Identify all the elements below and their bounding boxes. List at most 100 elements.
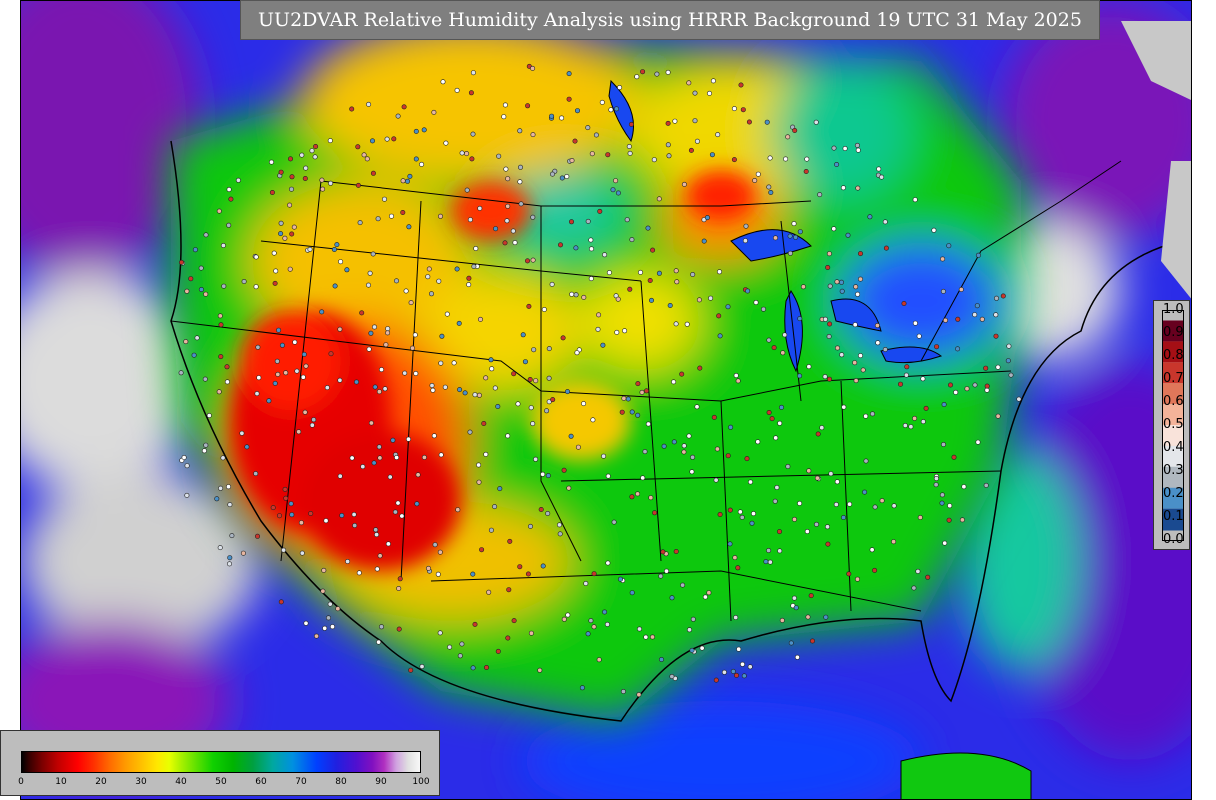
station-marker xyxy=(684,321,690,327)
station-marker xyxy=(349,106,355,112)
station-marker xyxy=(901,300,907,306)
station-marker xyxy=(241,278,247,284)
station-marker xyxy=(721,669,727,675)
station-marker xyxy=(958,286,964,292)
station-marker xyxy=(647,277,653,283)
station-marker xyxy=(528,630,534,636)
station-marker xyxy=(496,153,502,159)
station-marker xyxy=(216,389,222,395)
station-marker xyxy=(365,282,371,288)
station-marker xyxy=(947,503,953,509)
station-marker xyxy=(883,245,889,251)
station-marker xyxy=(299,550,305,556)
station-marker xyxy=(292,339,298,345)
station-marker xyxy=(323,518,329,524)
station-marker xyxy=(643,388,649,394)
station-marker xyxy=(766,184,772,190)
station-marker xyxy=(395,113,401,119)
station-marker xyxy=(826,333,832,339)
station-marker xyxy=(713,477,719,483)
station-marker xyxy=(303,620,309,626)
station-marker xyxy=(815,431,821,437)
station-marker xyxy=(545,510,551,516)
station-marker xyxy=(227,502,233,508)
station-marker xyxy=(244,444,250,450)
station-marker xyxy=(636,692,642,698)
station-marker xyxy=(640,475,646,481)
station-colorbar-tick: 0.8 xyxy=(1163,348,1184,363)
station-marker xyxy=(345,558,351,564)
station-marker xyxy=(583,580,589,586)
station-marker xyxy=(827,321,833,327)
station-marker xyxy=(470,70,476,76)
station-marker xyxy=(566,96,572,102)
station-marker xyxy=(557,242,563,248)
station-marker xyxy=(591,624,597,630)
station-marker xyxy=(288,186,294,192)
station-marker xyxy=(934,344,940,350)
station-marker xyxy=(524,258,530,264)
station-marker xyxy=(788,640,794,646)
station-marker xyxy=(355,182,361,188)
station-marker xyxy=(946,243,952,249)
station-marker xyxy=(505,176,511,182)
station-marker xyxy=(984,387,990,393)
station-marker xyxy=(671,379,677,385)
station-marker xyxy=(831,145,837,151)
station-marker xyxy=(360,464,366,470)
station-marker xyxy=(629,590,635,596)
station-marker xyxy=(975,252,981,258)
station-marker xyxy=(319,309,325,315)
station-marker xyxy=(203,442,209,448)
station-marker xyxy=(378,367,384,373)
station-marker xyxy=(711,414,717,420)
station-marker xyxy=(483,451,489,457)
station-marker xyxy=(464,187,470,193)
station-marker xyxy=(817,192,823,198)
station-marker xyxy=(622,328,628,334)
station-marker xyxy=(278,169,284,175)
station-colorbar-tick: 0.9 xyxy=(1163,325,1184,340)
station-marker xyxy=(785,134,791,140)
station-marker xyxy=(430,387,436,393)
station-marker xyxy=(300,374,306,380)
station-marker xyxy=(696,297,702,303)
station-marker xyxy=(725,304,731,310)
station-marker xyxy=(217,313,223,319)
station-marker xyxy=(834,345,840,351)
station-marker xyxy=(377,455,383,461)
station-marker xyxy=(629,237,635,243)
station-marker xyxy=(792,128,798,134)
station-marker xyxy=(324,385,330,391)
station-marker xyxy=(736,646,742,652)
station-marker xyxy=(390,437,396,443)
station-marker xyxy=(706,90,712,96)
station-marker xyxy=(388,213,394,219)
station-marker xyxy=(366,101,372,107)
station-marker xyxy=(648,297,654,303)
station-marker xyxy=(369,138,375,144)
station-marker xyxy=(797,229,803,235)
station-marker xyxy=(794,654,800,660)
station-marker xyxy=(853,378,859,384)
station-marker xyxy=(825,264,831,270)
station-marker xyxy=(337,326,343,332)
station-marker xyxy=(1000,293,1006,299)
station-marker xyxy=(674,279,680,285)
station-marker xyxy=(505,203,511,209)
station-marker xyxy=(370,251,376,257)
station-marker xyxy=(689,469,695,475)
station-marker xyxy=(287,156,293,162)
station-marker xyxy=(425,274,431,280)
station-marker xyxy=(855,291,861,297)
station-marker xyxy=(645,421,651,427)
station-marker xyxy=(329,624,335,630)
station-marker xyxy=(426,266,432,272)
station-marker xyxy=(334,242,340,248)
rh-colorbar-tick: 100 xyxy=(412,777,430,787)
station-marker xyxy=(435,571,441,577)
station-marker xyxy=(492,385,498,391)
station-marker xyxy=(412,332,418,338)
station-marker xyxy=(806,468,812,474)
station-marker xyxy=(349,455,355,461)
